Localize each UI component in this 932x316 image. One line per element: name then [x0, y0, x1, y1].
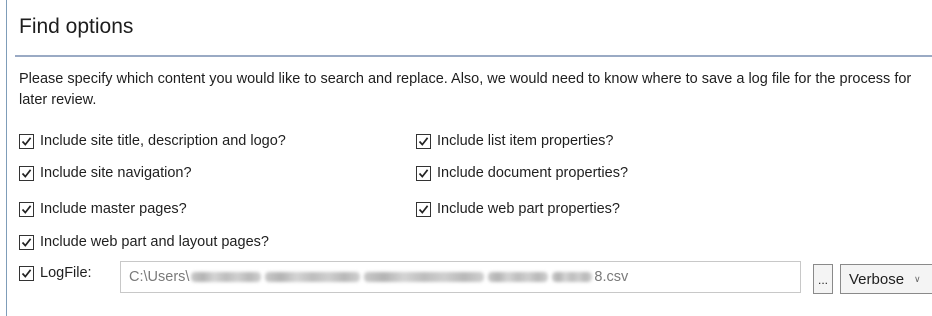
checkmark-icon	[418, 204, 429, 214]
checkmark-icon	[21, 268, 32, 278]
logfile-label: LogFile:	[40, 265, 92, 281]
option-label: Include master pages?	[40, 201, 187, 217]
checkmark-icon	[21, 237, 32, 247]
log-level-select[interactable]: Verbose ∨	[840, 264, 932, 294]
option-master-pages[interactable]: Include master pages?	[19, 199, 187, 219]
option-label: Include web part properties?	[437, 201, 620, 217]
checkmark-icon	[21, 204, 32, 214]
option-label: Include document properties?	[437, 165, 629, 181]
option-web-part-properties[interactable]: Include web part properties?	[416, 199, 620, 219]
option-site-title[interactable]: Include site title, description and logo…	[19, 131, 286, 151]
option-label: Include web part and layout pages?	[40, 234, 269, 250]
checkbox-site-navigation[interactable]	[19, 165, 34, 181]
logfile-path-suffix: 8.csv	[594, 269, 629, 285]
checkmark-icon	[21, 136, 32, 146]
redacted-text	[265, 272, 361, 282]
checkbox-site-title[interactable]	[19, 133, 34, 149]
title-divider	[15, 55, 932, 57]
log-level-value: Verbose	[849, 270, 905, 288]
checkmark-icon	[418, 168, 429, 178]
checkmark-icon	[418, 136, 429, 146]
option-label: Include site navigation?	[40, 165, 192, 181]
option-document-properties[interactable]: Include document properties?	[416, 163, 628, 183]
redacted-text	[552, 272, 593, 282]
option-web-part-layout-pages[interactable]: Include web part and layout pages?	[19, 232, 269, 252]
logfile-option[interactable]: LogFile:	[19, 265, 92, 281]
chevron-down-icon: ∨	[914, 273, 921, 284]
option-list-item-properties[interactable]: Include list item properties?	[416, 131, 614, 151]
option-site-navigation[interactable]: Include site navigation?	[19, 163, 192, 183]
browse-button[interactable]: ...	[813, 264, 833, 294]
redacted-text	[488, 272, 549, 282]
checkbox-web-part-properties[interactable]	[416, 201, 431, 217]
redacted-text	[364, 272, 485, 282]
logfile-path-input[interactable]: C:\Users\ 8.csv	[120, 261, 801, 293]
checkbox-document-properties[interactable]	[416, 165, 431, 181]
panel-description: Please specify which content you would l…	[19, 71, 912, 108]
checkbox-master-pages[interactable]	[19, 201, 34, 217]
redacted-text	[191, 272, 262, 282]
checkbox-logfile[interactable]	[19, 265, 34, 281]
logfile-path-prefix: C:\Users\	[129, 269, 190, 285]
option-label: Include list item properties?	[437, 133, 614, 149]
find-options-panel: Find options Please specify which conten…	[6, 0, 932, 316]
checkbox-web-part-layout-pages[interactable]	[19, 234, 34, 250]
checkbox-list-item-properties[interactable]	[416, 133, 431, 149]
checkmark-icon	[21, 168, 32, 178]
panel-title: Find options	[19, 15, 134, 38]
option-label: Include site title, description and logo…	[40, 133, 286, 149]
